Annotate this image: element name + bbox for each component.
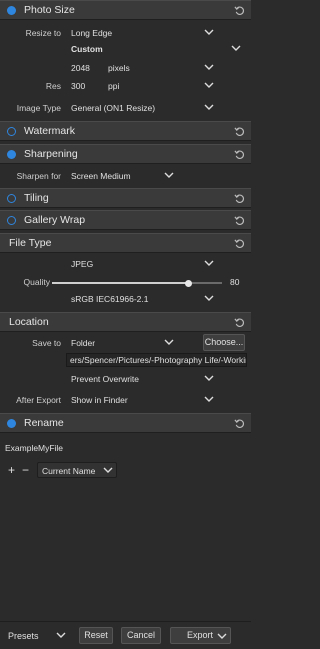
after-export-value: Show in Finder [71,395,128,405]
chevron-down-icon [204,29,214,35]
chevron-down-icon [204,260,214,266]
tiling-reset-icon[interactable] [234,193,245,204]
save-to-value: Folder [71,338,96,348]
resize-to-value: Long Edge [71,28,113,38]
tiling-header[interactable]: Tiling [0,188,251,208]
rename-header[interactable]: Rename [0,413,251,433]
sharpening-enabled-dot[interactable] [7,150,16,159]
tiling-title: Tiling [24,192,49,204]
add-token-button[interactable]: + [8,463,15,477]
resize-to-label: Resize to [25,28,61,38]
sharpen-for-value: Screen Medium [71,171,131,181]
sharpening-title: Sharpening [24,148,78,160]
save-path-field[interactable]: ers/Spencer/Pictures/-Photography Life/-… [66,353,247,367]
reset-button[interactable]: Reset [79,627,113,644]
rename-reset-icon[interactable] [234,418,245,429]
overwrite-value: Prevent Overwrite [71,374,140,384]
quality-slider-thumb[interactable] [184,279,192,287]
chevron-down-icon [103,467,113,473]
watermark-reset-icon[interactable] [234,126,245,137]
image-type-value: General (ON1 Resize) [71,103,156,113]
watermark-enabled-dot[interactable] [7,127,16,136]
export-button[interactable]: Export [170,627,231,644]
file-type-reset-icon[interactable] [234,238,245,249]
gallery-wrap-reset-icon[interactable] [234,215,245,226]
after-export-label: After Export [16,395,61,405]
chevron-down-icon [164,172,174,178]
rename-token-value: Current Name [42,466,96,476]
remove-token-button[interactable]: − [22,463,29,477]
photo-size-enabled-dot[interactable] [7,6,16,15]
quality-label: Quality [23,277,50,287]
chevron-down-icon [204,104,214,110]
chevron-down-icon [217,633,227,639]
image-type-label: Image Type [16,103,61,113]
quality-slider-fill [52,282,188,284]
rename-enabled-dot[interactable] [7,419,16,428]
file-type-title: File Type [9,237,52,249]
chevron-down-icon [204,396,214,402]
gallery-wrap-enabled-dot[interactable] [7,216,16,225]
chevron-down-icon [164,339,174,345]
choose-folder-button[interactable]: Choose... [203,334,245,351]
resize-preset-value: Custom [71,44,103,54]
watermark-title: Watermark [24,125,75,137]
color-profile-value: sRGB IEC61966-2.1 [71,294,149,304]
export-button-label: Export [187,630,214,640]
rename-example-label: Example [5,443,39,453]
photo-size-header[interactable]: Photo Size [0,0,251,20]
watermark-header[interactable]: Watermark [0,121,251,141]
presets-label: Presets [8,631,39,641]
rename-title: Rename [24,417,64,429]
chevron-down-icon [56,632,66,638]
res-value[interactable]: 300 [71,81,85,91]
location-reset-icon[interactable] [234,317,245,328]
chevron-down-icon [204,82,214,88]
gallery-wrap-header[interactable]: Gallery Wrap [0,210,251,230]
quality-value[interactable]: 80 [230,277,239,287]
size-value[interactable]: 2048 [71,63,90,73]
cancel-button[interactable]: Cancel [121,627,161,644]
res-unit-value: ppi [108,81,120,91]
photo-size-reset-icon[interactable] [234,5,245,16]
footer-divider [0,621,251,622]
file-type-header[interactable]: File Type [0,233,251,253]
res-label: Res [45,81,61,91]
tiling-enabled-dot[interactable] [7,194,16,203]
sharpening-reset-icon[interactable] [234,149,245,160]
sharpen-for-label: Sharpen for [16,171,61,181]
size-unit-value: pixels [108,63,130,73]
gallery-wrap-title: Gallery Wrap [24,214,86,226]
location-title: Location [9,316,49,328]
chevron-down-icon [231,45,241,51]
chevron-down-icon [204,375,214,381]
save-to-label: Save to [32,338,61,348]
photo-size-title: Photo Size [24,4,75,16]
location-header[interactable]: Location [0,312,251,332]
chevron-down-icon [204,64,214,70]
file-format-value: JPEG [71,259,94,269]
rename-example-value: MyFile [38,443,64,453]
sharpening-header[interactable]: Sharpening [0,144,251,164]
chevron-down-icon [204,295,214,301]
